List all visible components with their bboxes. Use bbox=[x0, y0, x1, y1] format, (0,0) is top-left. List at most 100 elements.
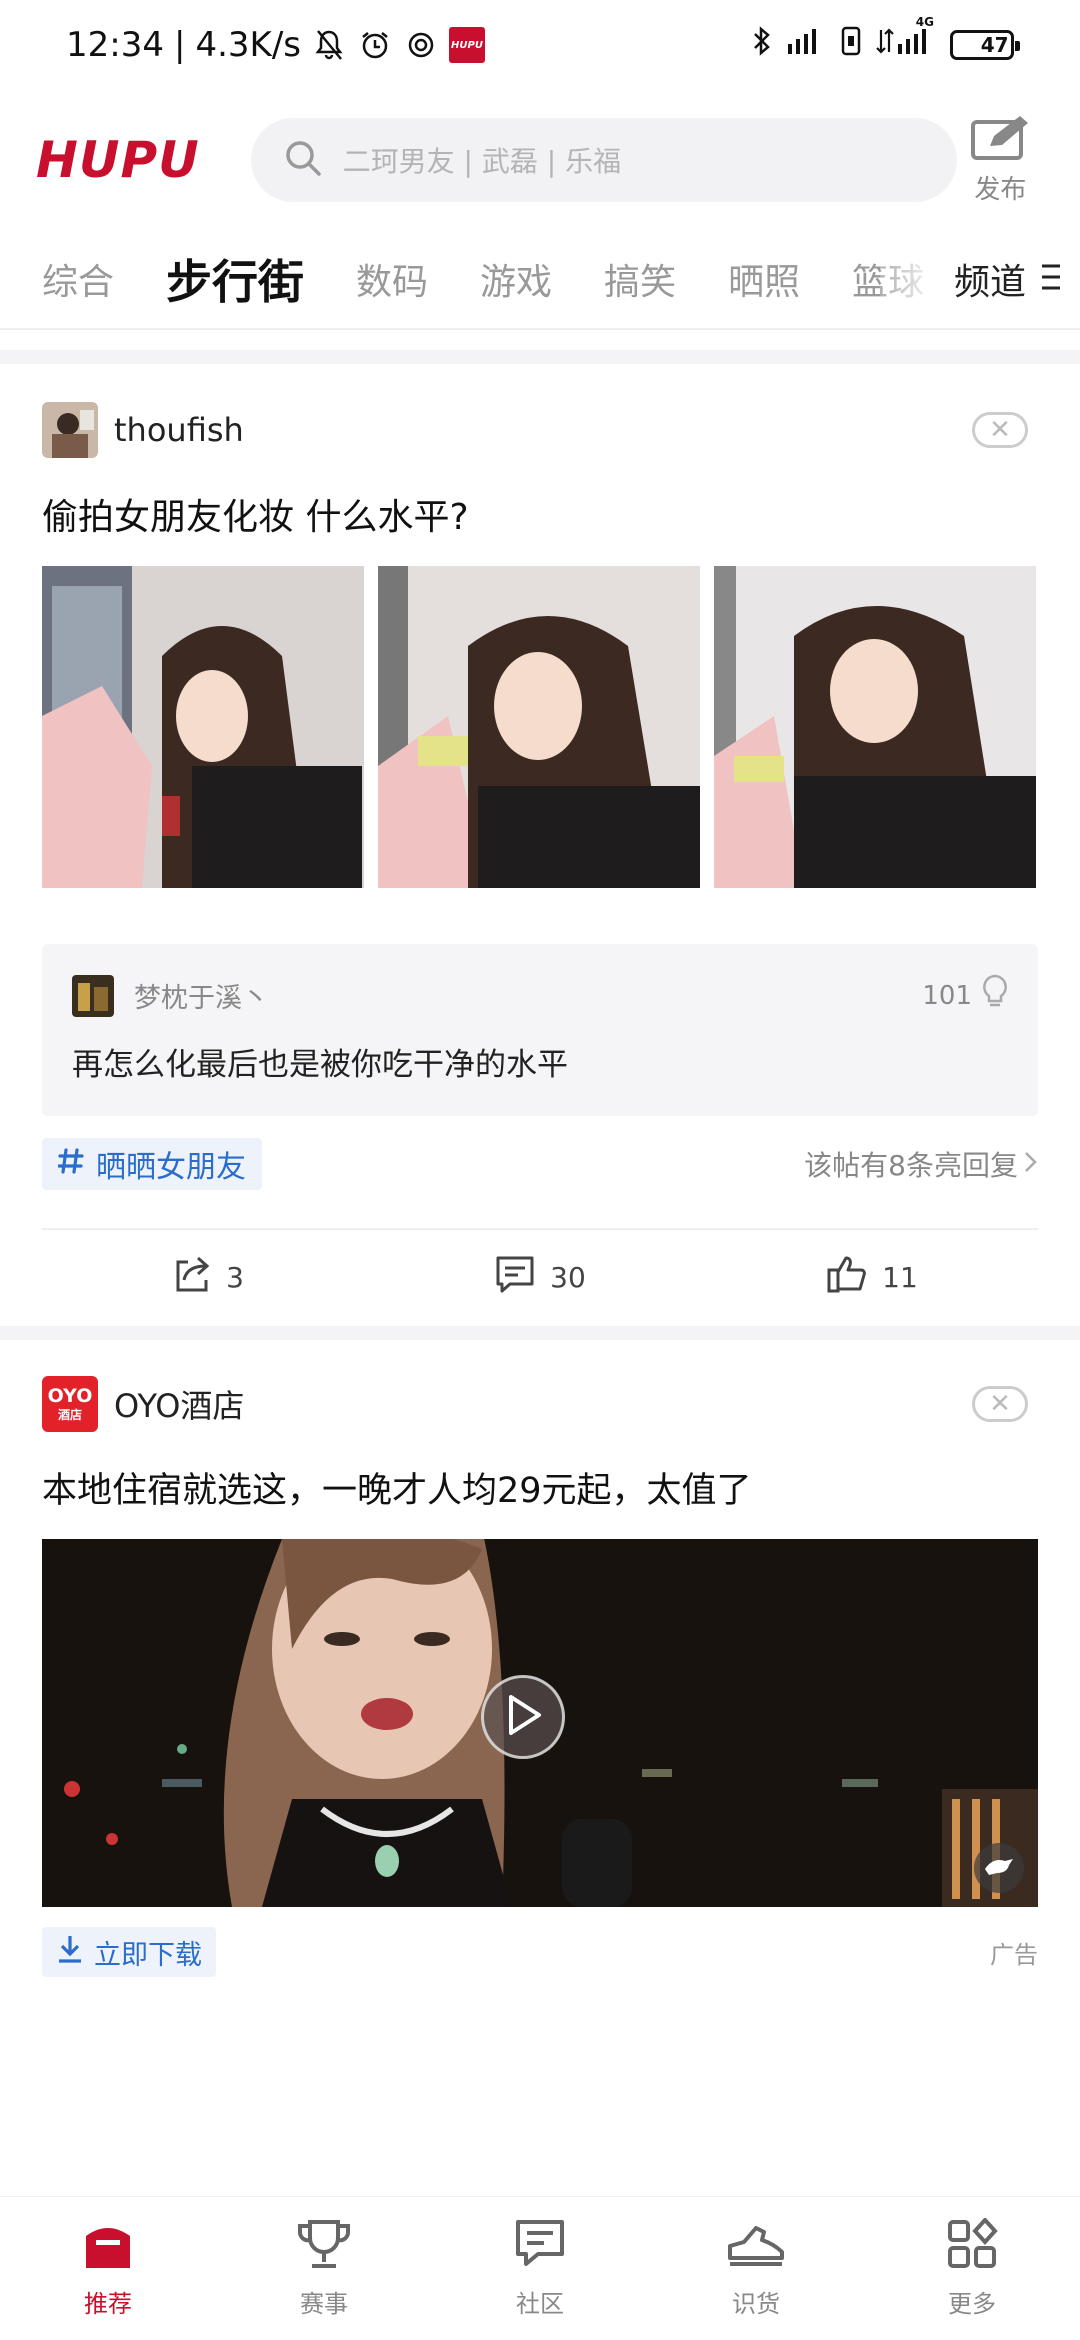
signal-icon bbox=[786, 25, 826, 65]
post-card[interactable]: thoufish ✕ 偷拍女朋友化妆 什么水平? 梦枕于溪丶 101 再怎么化最… bbox=[0, 402, 1080, 1324]
play-button[interactable] bbox=[481, 1675, 565, 1759]
post-author-row: thoufish ✕ bbox=[42, 402, 1038, 458]
post-username[interactable]: thoufish bbox=[114, 411, 244, 449]
nav-label: 赛事 bbox=[300, 2290, 348, 2318]
clock: 12:34 bbox=[66, 25, 164, 65]
close-icon: ✕ bbox=[989, 415, 1011, 445]
hupu-app-badge-icon: HUPU bbox=[449, 27, 485, 63]
post-photo[interactable] bbox=[42, 566, 364, 888]
avatar[interactable] bbox=[42, 402, 98, 458]
like-button[interactable]: 11 bbox=[706, 1254, 1038, 1301]
close-icon: ✕ bbox=[989, 1389, 1011, 1419]
ad-title[interactable]: 本地住宿就选这，一晚才人均29元起，太值了 bbox=[42, 1462, 1038, 1513]
trophy-icon bbox=[296, 2218, 352, 2276]
app-header: HUPU 二珂男友 | 武磊 | 乐福 发布 bbox=[0, 90, 1080, 230]
hot-comment-header: 梦枕于溪丶 101 bbox=[72, 974, 1008, 1017]
post-photo[interactable] bbox=[714, 566, 1036, 888]
bell-off-icon bbox=[311, 28, 347, 62]
chat-icon bbox=[512, 2218, 568, 2276]
highlight-replies-link[interactable]: 该帖有8条亮回复 bbox=[804, 1144, 1038, 1184]
post-title[interactable]: 偷拍女朋友化妆 什么水平? bbox=[42, 488, 1038, 540]
channel-tabs: 综合 步行街 数码 游戏 搞笑 晒照 篮球 频道 bbox=[0, 230, 1080, 330]
tab-晒照[interactable]: 晒照 bbox=[728, 253, 800, 305]
tab-综合[interactable]: 综合 bbox=[42, 253, 114, 305]
ad-card[interactable]: OYO 酒店 OYO酒店 ✕ 本地住宿就选这，一晚才人均29元起，太值了 立即下… bbox=[0, 1376, 1080, 1977]
lightbulb-icon bbox=[982, 974, 1008, 1017]
section-divider bbox=[0, 350, 1080, 364]
topic-tag-label: 晒晒女朋友 bbox=[96, 1150, 246, 1185]
dismiss-button[interactable]: ✕ bbox=[972, 1386, 1028, 1422]
download-label: 立即下载 bbox=[94, 1939, 202, 1971]
nav-item-推荐[interactable]: 推荐 bbox=[0, 2218, 216, 2319]
search-bar[interactable]: 二珂男友 | 武磊 | 乐福 bbox=[250, 118, 957, 202]
chevron-right-icon bbox=[1024, 1148, 1038, 1181]
alarm-icon bbox=[357, 28, 393, 62]
highlight-replies-label: 该帖有8条亮回复 bbox=[804, 1149, 1018, 1182]
download-button[interactable]: 立即下载 bbox=[42, 1927, 216, 1977]
battery-indicator: 47 bbox=[950, 30, 1020, 60]
share-count: 3 bbox=[226, 1260, 244, 1294]
hot-comment-text: 再怎么化最后也是被你吃干净的水平 bbox=[72, 1047, 568, 1083]
like-count: 11 bbox=[882, 1260, 918, 1294]
status-left: 12:34 | 4.3K/s HUPU bbox=[66, 25, 485, 65]
tab-游戏[interactable]: 游戏 bbox=[480, 253, 552, 305]
hashtag-icon bbox=[57, 1147, 84, 1182]
tab-搞笑[interactable]: 搞笑 bbox=[604, 253, 676, 305]
ad-label: 广告 bbox=[990, 1940, 1038, 1969]
grid-icon bbox=[944, 2217, 1000, 2276]
tab-数码[interactable]: 数码 bbox=[356, 253, 428, 305]
share-button[interactable]: 3 bbox=[42, 1254, 374, 1301]
hot-comment-light-button[interactable]: 101 bbox=[922, 974, 1008, 1017]
post-meta-row: 晒晒女朋友 该帖有8条亮回复 bbox=[42, 1138, 1038, 1190]
oyo-logo-subtext: 酒店 bbox=[57, 1408, 82, 1422]
comment-icon bbox=[494, 1254, 536, 1301]
status-bar: 12:34 | 4.3K/s HUPU 4G 47 bbox=[0, 0, 1080, 90]
eagle-icon bbox=[983, 1855, 1015, 1881]
oyo-logo[interactable]: OYO 酒店 bbox=[42, 1376, 98, 1432]
status-right: 4G 47 bbox=[752, 15, 1020, 66]
nav-item-更多[interactable]: 更多 bbox=[864, 2217, 1080, 2319]
nav-item-社区[interactable]: 社区 bbox=[432, 2218, 648, 2319]
comment-button[interactable]: 30 bbox=[374, 1254, 706, 1301]
status-separator: | bbox=[173, 25, 186, 65]
topic-tag[interactable]: 晒晒女朋友 bbox=[42, 1138, 262, 1190]
play-icon bbox=[503, 1693, 543, 1741]
hot-comment[interactable]: 梦枕于溪丶 101 再怎么化最后也是被你吃干净的水平 bbox=[42, 944, 1038, 1116]
nav-item-赛事[interactable]: 赛事 bbox=[216, 2218, 432, 2319]
hot-comment-likes: 101 bbox=[922, 980, 972, 1011]
network-speed: 4.3K/s bbox=[195, 25, 301, 65]
download-icon bbox=[56, 1934, 84, 1971]
channel-menu-button[interactable]: 频道 bbox=[880, 230, 1080, 328]
nav-label: 推荐 bbox=[84, 2290, 132, 2318]
bottom-navigation: 推荐 赛事 社区 识货 更多 bbox=[0, 2196, 1080, 2340]
share-icon bbox=[172, 1254, 212, 1301]
publish-button[interactable]: 发布 bbox=[957, 114, 1044, 206]
oyo-logo-text: OYO bbox=[47, 1385, 93, 1407]
vibrate-icon bbox=[840, 25, 862, 66]
menu-icon bbox=[1040, 261, 1062, 297]
nav-label: 更多 bbox=[948, 2290, 996, 2318]
ad-video[interactable] bbox=[42, 1539, 1038, 1907]
video-source-badge bbox=[974, 1843, 1024, 1893]
section-divider bbox=[0, 1326, 1080, 1340]
post-photo[interactable] bbox=[378, 566, 700, 888]
tab-步行街[interactable]: 步行街 bbox=[166, 246, 304, 312]
nav-item-识货[interactable]: 识货 bbox=[648, 2218, 864, 2319]
thumbs-up-icon bbox=[826, 1254, 868, 1301]
comment-count: 30 bbox=[550, 1260, 586, 1294]
ad-footer: 立即下载 广告 bbox=[42, 1927, 1038, 1977]
network-type-label: 4G bbox=[915, 15, 934, 29]
nav-label: 社区 bbox=[516, 2290, 564, 2318]
sync-icon bbox=[403, 28, 439, 62]
ad-brand-row: OYO 酒店 OYO酒店 ✕ bbox=[42, 1376, 1038, 1432]
edit-icon bbox=[970, 114, 1030, 169]
dismiss-button[interactable]: ✕ bbox=[972, 412, 1028, 448]
avatar[interactable] bbox=[72, 974, 114, 1017]
ad-brand-name[interactable]: OYO酒店 bbox=[114, 1381, 244, 1427]
photo-grid bbox=[42, 566, 1038, 888]
search-icon bbox=[283, 138, 323, 182]
hot-comment-user[interactable]: 梦枕于溪丶 bbox=[134, 976, 269, 1015]
post-action-bar: 3 30 11 bbox=[42, 1228, 1038, 1324]
channel-label: 频道 bbox=[953, 262, 1026, 303]
search-placeholder: 二珂男友 | 武磊 | 乐福 bbox=[342, 145, 622, 178]
